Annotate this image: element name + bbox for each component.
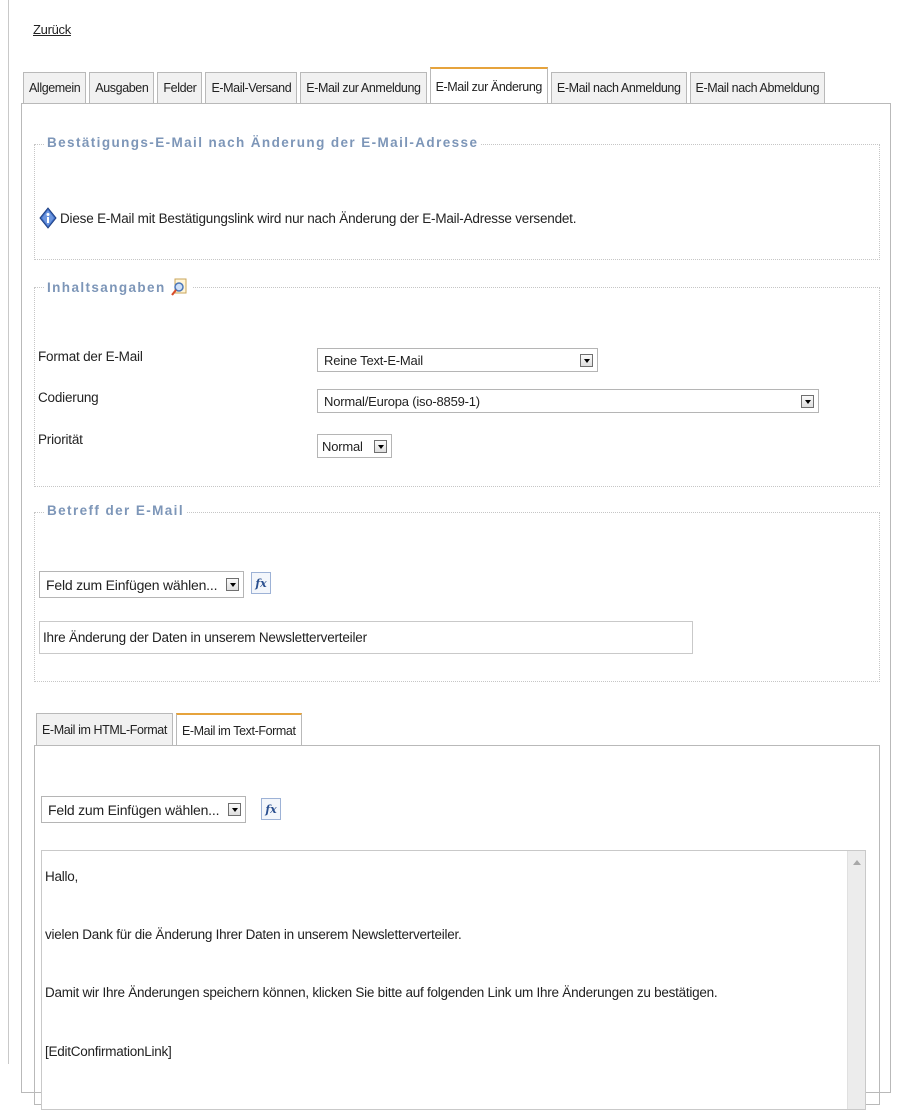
body-line: Damit wir Ihre Änderungen speichern könn… bbox=[45, 985, 718, 1000]
tab-allgemein[interactable]: Allgemein bbox=[23, 72, 87, 103]
chevron-down-icon bbox=[801, 395, 814, 408]
back-link[interactable]: Zurück bbox=[33, 22, 71, 37]
encoding-select-value: Normal/Europa (iso-8859-1) bbox=[324, 393, 480, 409]
subject-input[interactable]: Ihre Änderung der Daten in unserem Newsl… bbox=[39, 621, 693, 654]
body-fx-button[interactable]: fx bbox=[261, 798, 281, 820]
priority-select-value: Normal bbox=[322, 438, 363, 454]
help-magnifier-icon[interactable] bbox=[170, 278, 189, 296]
format-select[interactable]: Reine Text-E-Mail bbox=[317, 348, 598, 372]
confirmation-section: Bestätigungs-E-Mail nach Änderung der E-… bbox=[34, 135, 880, 260]
encoding-label: Codierung bbox=[38, 390, 99, 405]
subject-field-select[interactable]: Feld zum Einfügen wählen... bbox=[39, 571, 244, 598]
tab-label: E-Mail nach Abmeldung bbox=[695, 81, 820, 95]
chevron-down-icon bbox=[374, 440, 387, 453]
info-diamond-icon bbox=[39, 207, 57, 229]
tab-label: E-Mail im Text-Format bbox=[181, 723, 296, 738]
tab-email-zur-anmeldung[interactable]: E-Mail zur Anmeldung bbox=[300, 72, 427, 103]
mail-format-tab-bar: E-Mail im HTML-Format E-Mail im Text-For… bbox=[36, 712, 305, 746]
tab-label: E-Mail nach Anmeldung bbox=[556, 81, 681, 95]
tab-label: Allgemein bbox=[29, 81, 81, 95]
page-left-border bbox=[8, 0, 9, 1064]
subject-section: Betreff der E-Mail Feld zum Einfügen wäh… bbox=[34, 503, 880, 682]
tab-email-versand[interactable]: E-Mail-Versand bbox=[205, 72, 298, 103]
encoding-select[interactable]: Normal/Europa (iso-8859-1) bbox=[317, 389, 819, 413]
tab-felder[interactable]: Felder bbox=[157, 72, 203, 103]
format-label: Format der E-Mail bbox=[38, 349, 143, 364]
content-legend: Inhaltsangaben bbox=[44, 278, 192, 296]
tab-html-format[interactable]: E-Mail im HTML-Format bbox=[36, 713, 173, 745]
chevron-down-icon bbox=[228, 803, 241, 816]
body-textarea[interactable]: Hallo, vielen Dank für die Änderung Ihre… bbox=[41, 850, 866, 1110]
textarea-scrollbar[interactable] bbox=[847, 851, 865, 1109]
subject-fx-button[interactable]: fx bbox=[251, 572, 271, 594]
confirmation-legend-text: Bestätigungs-E-Mail nach Änderung der E-… bbox=[47, 135, 479, 150]
body-field-select-value: Feld zum Einfügen wählen... bbox=[48, 801, 220, 818]
tab-ausgaben[interactable]: Ausgaben bbox=[89, 72, 155, 103]
tab-panel: Bestätigungs-E-Mail nach Änderung der E-… bbox=[21, 103, 891, 1110]
text-format-panel: Feld zum Einfügen wählen... fx Hallo, vi… bbox=[34, 745, 880, 1110]
tab-email-nach-abmeldung[interactable]: E-Mail nach Abmeldung bbox=[689, 72, 826, 103]
body-line: vielen Dank für die Änderung Ihrer Daten… bbox=[45, 927, 462, 942]
tab-email-zur-aenderung[interactable]: E-Mail zur Änderung bbox=[429, 67, 548, 104]
main-tab-bar: Allgemein Ausgaben Felder E-Mail-Versand… bbox=[23, 66, 828, 104]
confirmation-legend: Bestätigungs-E-Mail nach Änderung der E-… bbox=[44, 135, 482, 150]
info-text: Diese E-Mail mit Bestätigungslink wird n… bbox=[60, 210, 577, 226]
scroll-up-arrow-icon[interactable] bbox=[853, 860, 861, 865]
tab-label: E-Mail im HTML-Format bbox=[42, 722, 167, 737]
content-section: Inhaltsangaben Format der E-Mail Reine T… bbox=[34, 278, 880, 487]
tab-label: E-Mail zur Anmeldung bbox=[306, 81, 421, 95]
function-icon: fx bbox=[255, 576, 267, 590]
subject-field-select-value: Feld zum Einfügen wählen... bbox=[46, 576, 218, 593]
body-line: Hallo, bbox=[45, 869, 79, 884]
tab-text-format[interactable]: E-Mail im Text-Format bbox=[175, 713, 302, 746]
tab-email-nach-anmeldung[interactable]: E-Mail nach Anmeldung bbox=[550, 72, 687, 103]
chevron-down-icon bbox=[226, 578, 239, 591]
body-line: [EditConfirmationLink] bbox=[45, 1044, 172, 1059]
chevron-down-icon bbox=[580, 354, 593, 367]
priority-label: Priorität bbox=[38, 432, 83, 447]
subject-legend: Betreff der E-Mail bbox=[44, 503, 187, 518]
function-icon: fx bbox=[265, 802, 277, 816]
tab-label: E-Mail zur Änderung bbox=[435, 79, 543, 94]
tab-label: Felder bbox=[163, 81, 197, 95]
info-message: Diese E-Mail mit Bestätigungslink wird n… bbox=[39, 207, 576, 229]
content-legend-text: Inhaltsangaben bbox=[47, 279, 166, 295]
priority-select[interactable]: Normal bbox=[317, 434, 392, 458]
tab-label: Ausgaben bbox=[95, 81, 149, 95]
body-field-select[interactable]: Feld zum Einfügen wählen... bbox=[41, 796, 246, 823]
subject-legend-text: Betreff der E-Mail bbox=[47, 503, 184, 518]
tab-label: E-Mail-Versand bbox=[211, 81, 292, 95]
subject-input-value: Ihre Änderung der Daten in unserem Newsl… bbox=[43, 630, 367, 645]
format-select-value: Reine Text-E-Mail bbox=[324, 352, 423, 368]
